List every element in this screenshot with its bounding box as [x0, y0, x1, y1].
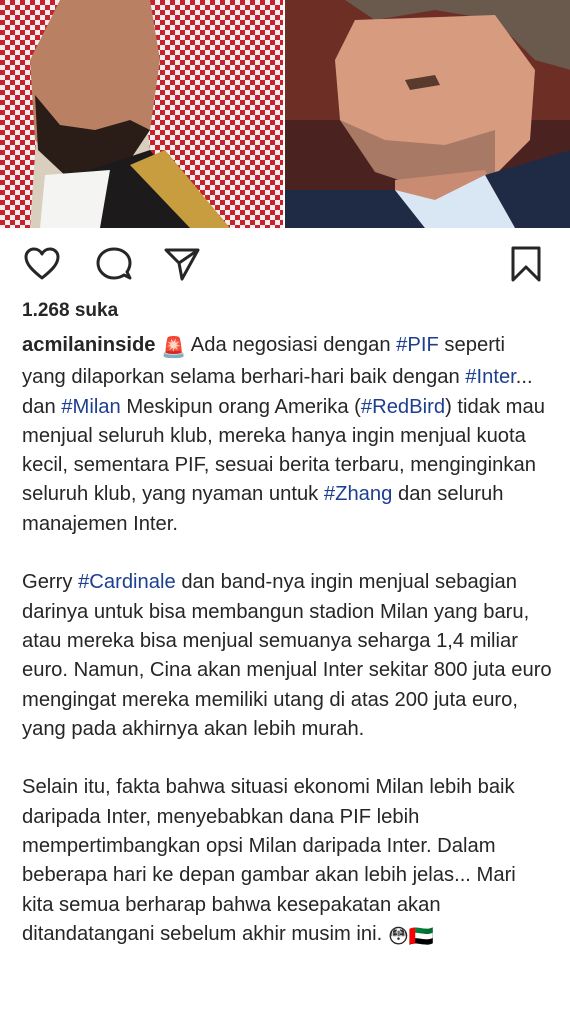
flushed-face-emoji: 😳 [387, 925, 409, 948]
caption-text: Gerry [22, 571, 79, 594]
send-icon [164, 248, 200, 281]
share-button[interactable] [162, 244, 202, 284]
caption-paragraph-2: Gerry #Cardinale dan band-nya ingin menj… [22, 568, 552, 744]
hashtag-link[interactable]: #Milan [61, 396, 120, 418]
post-image-right [285, 0, 570, 228]
username-link[interactable]: acmilaninside [22, 334, 156, 356]
like-count[interactable]: 1.268 suka [22, 300, 118, 322]
heart-icon [24, 247, 60, 280]
caption-paragraph-3: Selain itu, fakta bahwa situasi ekonomi … [22, 773, 552, 952]
hashtag-link[interactable]: #Cardinale [78, 571, 176, 593]
save-button[interactable] [506, 244, 546, 284]
post-action-bar [0, 240, 570, 290]
caption-text: Selain itu, fakta bahwa situasi ekonomi … [22, 776, 516, 945]
uae-flag-emoji: 🇦🇪 [408, 925, 434, 948]
bookmark-icon [511, 246, 541, 282]
post-media[interactable] [0, 0, 570, 228]
caption-paragraph-1: acmilaninside 🚨 Ada negosiasi dengan #PI… [22, 331, 552, 539]
hashtag-link[interactable]: #RedBird [361, 396, 445, 418]
hashtag-link[interactable]: #Inter [465, 366, 516, 388]
person-photo-left [0, 0, 283, 228]
post-caption: acmilaninside 🚨 Ada negosiasi dengan #PI… [22, 331, 552, 952]
caption-text: Meskipun orang Amerika ( [120, 395, 361, 418]
hashtag-link[interactable]: #PIF [396, 334, 439, 356]
hashtag-link[interactable]: #Zhang [324, 483, 392, 505]
person-photo-right [285, 0, 570, 228]
caption-text: dan band-nya ingin menjual sebagian dari… [22, 571, 552, 740]
post-image-left [0, 0, 283, 228]
caption-text: Ada negosiasi dengan [186, 334, 397, 356]
comment-icon [96, 247, 132, 280]
siren-emoji: 🚨 [161, 337, 187, 359]
comment-button[interactable] [94, 244, 134, 284]
like-button[interactable] [22, 244, 62, 284]
